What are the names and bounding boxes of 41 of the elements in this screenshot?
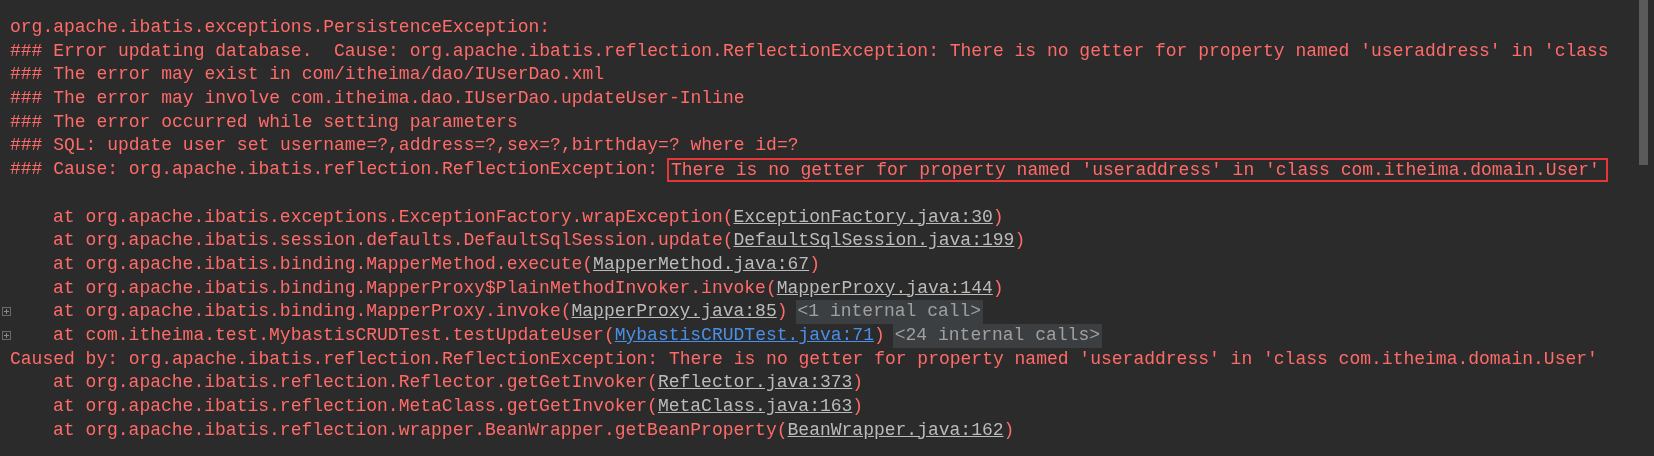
paren-text: ) bbox=[1014, 229, 1026, 253]
console-line: ### Error updating database. Cause: org.apache.ibatis.reflection.ReflectionException: There is no getter for property named 'useraddress' in 'class bbox=[10, 39, 1609, 63]
source-link[interactable]: MapperProxy.java:144 bbox=[776, 276, 993, 301]
source-link[interactable]: MapperMethod.java:67 bbox=[593, 252, 810, 277]
console-line: ### SQL: update user set username=?,address=?,sex=?,birthday=? where id=? bbox=[10, 134, 799, 158]
internal-calls-badge[interactable]: <24 internal calls> bbox=[892, 323, 1102, 348]
stack-frame-text: at org.apache.ibatis.reflection.MetaClass.getGetInvoker( bbox=[53, 395, 658, 418]
paren-text: ) bbox=[992, 205, 1004, 229]
stack-frame-text: at org.apache.ibatis.binding.MapperProxy.invoke( bbox=[53, 300, 572, 324]
source-link[interactable]: MybastisCRUDTest.java:71 bbox=[614, 323, 874, 348]
console-line: ### The error occurred while setting parameters bbox=[10, 110, 518, 134]
stack-frame-text: at org.apache.ibatis.session.defaults.DefaultSqlSession.update( bbox=[53, 229, 734, 253]
paren-text: ) bbox=[852, 395, 864, 418]
paren-text: ) bbox=[873, 323, 885, 347]
stack-frame-text: at org.apache.ibatis.reflection.wrapper.BeanWrapper.getBeanProperty( bbox=[53, 418, 788, 442]
internal-calls-badge[interactable]: <1 internal call> bbox=[795, 300, 984, 324]
console-line: ### Cause: org.apache.ibatis.reflection.ReflectionException: bbox=[10, 158, 660, 182]
source-link[interactable]: Reflector.java:373 bbox=[657, 371, 853, 395]
scrollbar-thumb[interactable] bbox=[1639, 0, 1648, 165]
paren-text: ) bbox=[776, 300, 788, 324]
stack-frame-text: at org.apache.ibatis.binding.MapperMethod.execute( bbox=[53, 252, 594, 276]
console-line: Caused by: org.apache.ibatis.reflection.ReflectionException: There is no getter for property named 'useraddress' in 'class com.itheima.domain.User' bbox=[10, 347, 1598, 371]
expand-icon[interactable] bbox=[2, 307, 11, 317]
expand-icon[interactable] bbox=[2, 330, 11, 340]
stack-frame-text: at org.apache.ibatis.binding.MapperProxy$PlainMethodInvoker.invoke( bbox=[53, 276, 777, 300]
source-link[interactable]: ExceptionFactory.java:30 bbox=[733, 205, 993, 230]
source-link[interactable]: MetaClass.java:163 bbox=[657, 395, 853, 419]
paren-text: ) bbox=[1003, 418, 1015, 442]
paren-text: ) bbox=[852, 371, 864, 395]
paren-text: ) bbox=[992, 276, 1004, 300]
console-line: org.apache.ibatis.exceptions.PersistenceException: bbox=[10, 16, 551, 39]
console-line: ### The error may involve com.itheima.dao.IUserDao.updateUser-Inline bbox=[10, 87, 745, 111]
source-link[interactable]: BeanWrapper.java:162 bbox=[787, 418, 1004, 443]
console-line: ### The error may exist in com/itheima/dao/IUserDao.xml bbox=[10, 63, 605, 87]
highlighted-message: There is no getter for property named 'useraddress' in 'class com.itheima.domain.User' bbox=[666, 157, 1608, 182]
stack-frame-text: at org.apache.ibatis.reflection.Reflector.getGetInvoker( bbox=[53, 371, 658, 395]
paren-text: ) bbox=[809, 252, 820, 276]
stack-frame-text: at com.itheima.test.MybastisCRUDTest.testUpdateUser( bbox=[53, 323, 615, 347]
source-link[interactable]: MapperProxy.java:85 bbox=[571, 300, 777, 324]
source-link[interactable]: DefaultSqlSession.java:199 bbox=[733, 229, 1015, 253]
stack-frame-text: at org.apache.ibatis.exceptions.ExceptionFactory.wrapException( bbox=[53, 205, 734, 229]
